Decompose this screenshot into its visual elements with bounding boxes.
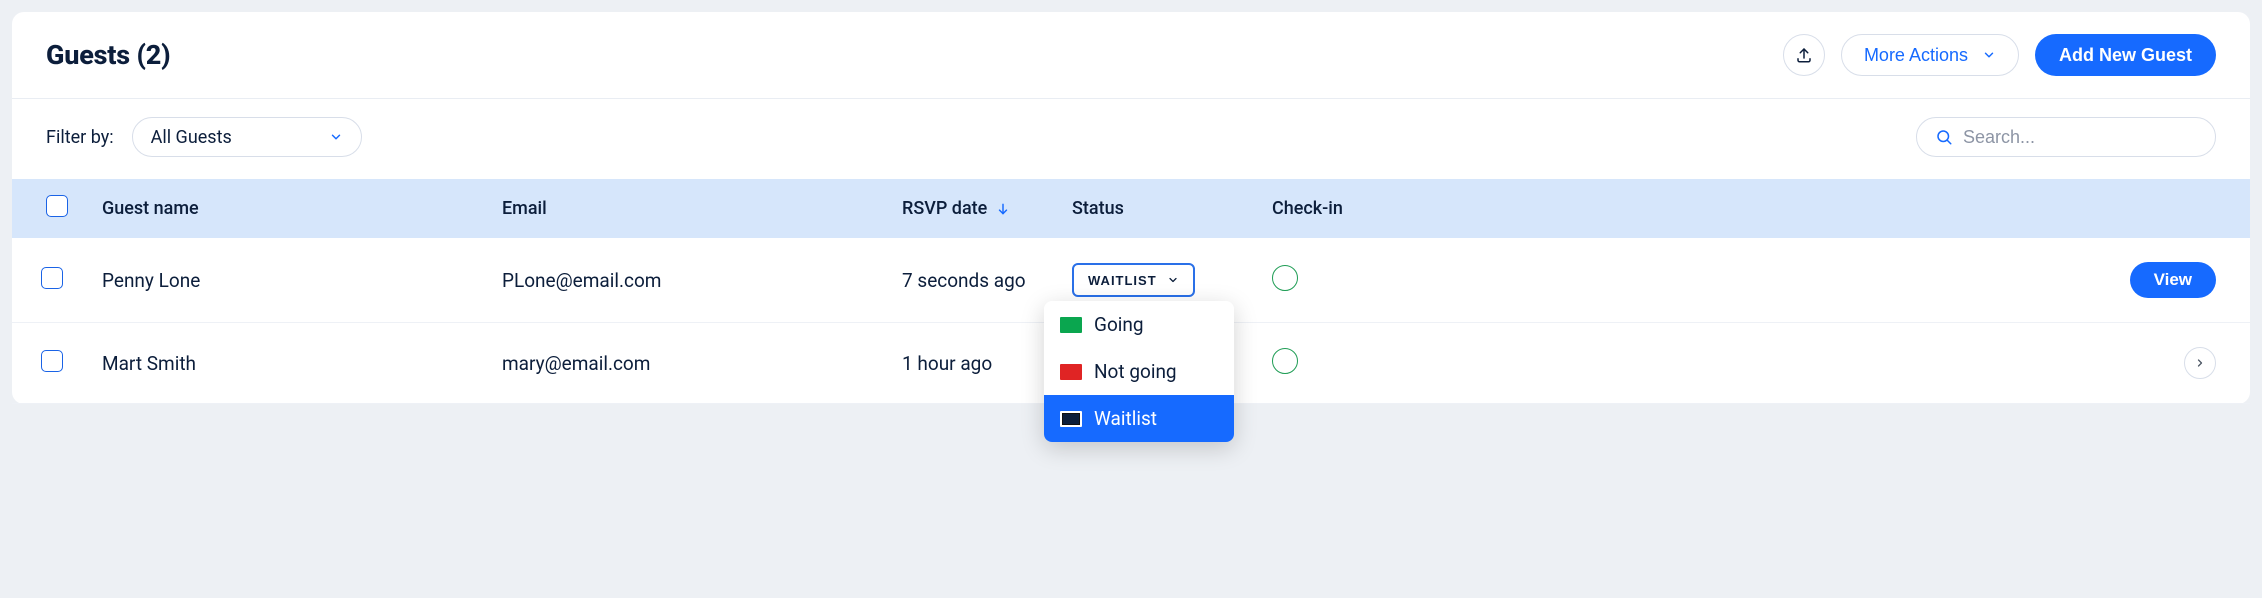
status-option-label: Going bbox=[1094, 313, 1144, 336]
checkin-toggle[interactable] bbox=[1272, 348, 1298, 374]
view-button[interactable]: View bbox=[2130, 262, 2216, 298]
filter-row: Filter by: All Guests bbox=[12, 99, 2250, 179]
table-header-row: Guest name Email RSVP date Status Check-… bbox=[12, 179, 2250, 238]
row-expand-button[interactable] bbox=[2184, 347, 2216, 379]
status-option-label: Waitlist bbox=[1094, 407, 1157, 430]
col-status[interactable]: Status bbox=[1062, 179, 1262, 238]
sort-down-icon bbox=[996, 202, 1010, 216]
row-checkbox[interactable] bbox=[41, 267, 63, 289]
search-icon bbox=[1935, 128, 1953, 146]
chevron-down-icon bbox=[1167, 274, 1179, 286]
guest-email-cell: PLone@email.com bbox=[492, 238, 892, 323]
search-input[interactable] bbox=[1963, 127, 2197, 148]
status-option-going[interactable]: Going bbox=[1044, 301, 1234, 348]
filter-selected: All Guests bbox=[151, 127, 232, 148]
guest-name-cell: Penny Lone bbox=[92, 238, 492, 323]
swatch-going-icon bbox=[1060, 317, 1082, 333]
status-label: WAITLIST bbox=[1088, 273, 1157, 288]
status-option-waitlist[interactable]: Waitlist bbox=[1044, 395, 1234, 442]
col-select-all bbox=[12, 179, 92, 238]
row-checkbox[interactable] bbox=[41, 350, 63, 372]
col-rsvp-date[interactable]: RSVP date bbox=[892, 179, 1062, 238]
select-all-checkbox[interactable] bbox=[46, 195, 68, 217]
search-box[interactable] bbox=[1916, 117, 2216, 157]
status-option-label: Not going bbox=[1094, 360, 1177, 383]
guest-actions-cell: View bbox=[1432, 238, 2250, 323]
swatch-not-going-icon bbox=[1060, 364, 1082, 380]
chevron-down-icon bbox=[329, 130, 343, 144]
more-actions-label: More Actions bbox=[1864, 45, 1968, 66]
col-checkin[interactable]: Check-in bbox=[1262, 179, 1432, 238]
guest-rsvp-cell: 7 seconds ago bbox=[892, 238, 1062, 323]
guest-actions-cell bbox=[1432, 323, 2250, 404]
filter-by-label: Filter by: bbox=[46, 127, 114, 148]
filter-dropdown[interactable]: All Guests bbox=[132, 117, 362, 157]
guest-rsvp-cell: 1 hour ago bbox=[892, 323, 1062, 404]
status-menu: Going Not going Waitlist bbox=[1044, 301, 1234, 442]
status-option-not-going[interactable]: Not going bbox=[1044, 348, 1234, 395]
export-button[interactable] bbox=[1783, 34, 1825, 76]
col-rsvp-label: RSVP date bbox=[902, 198, 987, 219]
status-dropdown[interactable]: WAITLIST bbox=[1072, 263, 1195, 297]
panel-header: Guests (2) More Actions Add New Guest bbox=[12, 12, 2250, 99]
guest-checkin-cell bbox=[1262, 238, 1432, 323]
more-actions-button[interactable]: More Actions bbox=[1841, 34, 2019, 76]
col-email[interactable]: Email bbox=[492, 179, 892, 238]
guests-panel: Guests (2) More Actions Add New Guest bbox=[12, 12, 2250, 404]
chevron-down-icon bbox=[1982, 48, 1996, 62]
col-actions bbox=[1432, 179, 2250, 238]
filter-left: Filter by: All Guests bbox=[46, 117, 362, 157]
checkin-toggle[interactable] bbox=[1272, 265, 1298, 291]
chevron-right-icon bbox=[2194, 357, 2206, 369]
col-guest-name[interactable]: Guest name bbox=[92, 179, 492, 238]
guest-checkin-cell bbox=[1262, 323, 1432, 404]
guest-email-cell: mary@email.com bbox=[492, 323, 892, 404]
header-actions: More Actions Add New Guest bbox=[1783, 34, 2216, 76]
swatch-waitlist-icon bbox=[1060, 411, 1082, 427]
guest-name-cell: Mart Smith bbox=[92, 323, 492, 404]
page-title: Guests (2) bbox=[46, 39, 170, 71]
add-guest-button[interactable]: Add New Guest bbox=[2035, 34, 2216, 76]
upload-icon bbox=[1795, 46, 1813, 64]
